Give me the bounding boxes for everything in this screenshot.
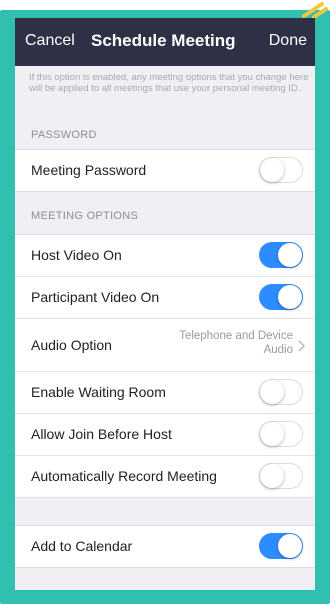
phone-screen: Cancel Schedule Meeting Done If this opt…	[15, 18, 315, 590]
meeting-options-group: Host Video On Participant Video On Audio…	[15, 234, 315, 498]
meeting-password-label: Meeting Password	[31, 162, 147, 178]
add-to-calendar-label: Add to Calendar	[31, 538, 133, 554]
waiting-room-label: Enable Waiting Room	[31, 384, 166, 400]
accent-mark-icon	[302, 2, 328, 18]
participant-video-row[interactable]: Participant Video On	[15, 277, 315, 319]
toggle-knob	[260, 464, 284, 488]
join-before-host-row[interactable]: Allow Join Before Host	[15, 414, 315, 456]
waiting-room-row[interactable]: Enable Waiting Room	[15, 372, 315, 414]
toggle-knob	[278, 534, 302, 558]
toggle-knob	[260, 158, 284, 182]
toggle-knob	[278, 243, 302, 267]
auto-record-row[interactable]: Automatically Record Meeting	[15, 456, 315, 497]
participant-video-label: Participant Video On	[31, 289, 160, 305]
audio-option-value: Telephone and Device Audio	[143, 329, 293, 357]
auto-record-toggle[interactable]	[259, 463, 303, 489]
done-button[interactable]: Done	[269, 32, 307, 50]
cancel-button[interactable]: Cancel	[25, 32, 75, 50]
add-to-calendar-toggle[interactable]	[259, 533, 303, 559]
toggle-knob	[260, 422, 284, 446]
audio-option-row[interactable]: Audio Option Telephone and Device Audio	[15, 319, 315, 372]
audio-option-value-line1: Telephone and Device	[179, 330, 293, 342]
meeting-password-row[interactable]: Meeting Password	[15, 150, 315, 191]
host-video-label: Host Video On	[31, 247, 122, 263]
page-title: Schedule Meeting	[91, 31, 236, 50]
chevron-right-icon	[298, 340, 306, 352]
toggle-knob	[260, 380, 284, 404]
toggle-knob	[278, 285, 302, 309]
host-video-toggle[interactable]	[259, 242, 303, 268]
add-to-calendar-row[interactable]: Add to Calendar	[15, 526, 315, 567]
join-before-host-toggle[interactable]	[259, 421, 303, 447]
participant-video-toggle[interactable]	[259, 284, 303, 310]
meeting-password-toggle[interactable]	[259, 157, 303, 183]
join-before-host-label: Allow Join Before Host	[31, 426, 172, 442]
password-section-header: PASSWORD	[31, 129, 97, 141]
calendar-group: Add to Calendar	[15, 525, 315, 568]
auto-record-label: Automatically Record Meeting	[31, 468, 217, 484]
password-group: Meeting Password	[15, 149, 315, 192]
pmi-note: If this option is enabled, any meeting o…	[29, 72, 309, 94]
navigation-bar: Cancel Schedule Meeting Done	[15, 18, 315, 66]
audio-option-value-line2: Audio	[263, 344, 293, 356]
host-video-row[interactable]: Host Video On	[15, 235, 315, 277]
meeting-options-section-header: MEETING OPTIONS	[31, 210, 139, 222]
waiting-room-toggle[interactable]	[259, 379, 303, 405]
audio-option-label: Audio Option	[31, 337, 112, 353]
